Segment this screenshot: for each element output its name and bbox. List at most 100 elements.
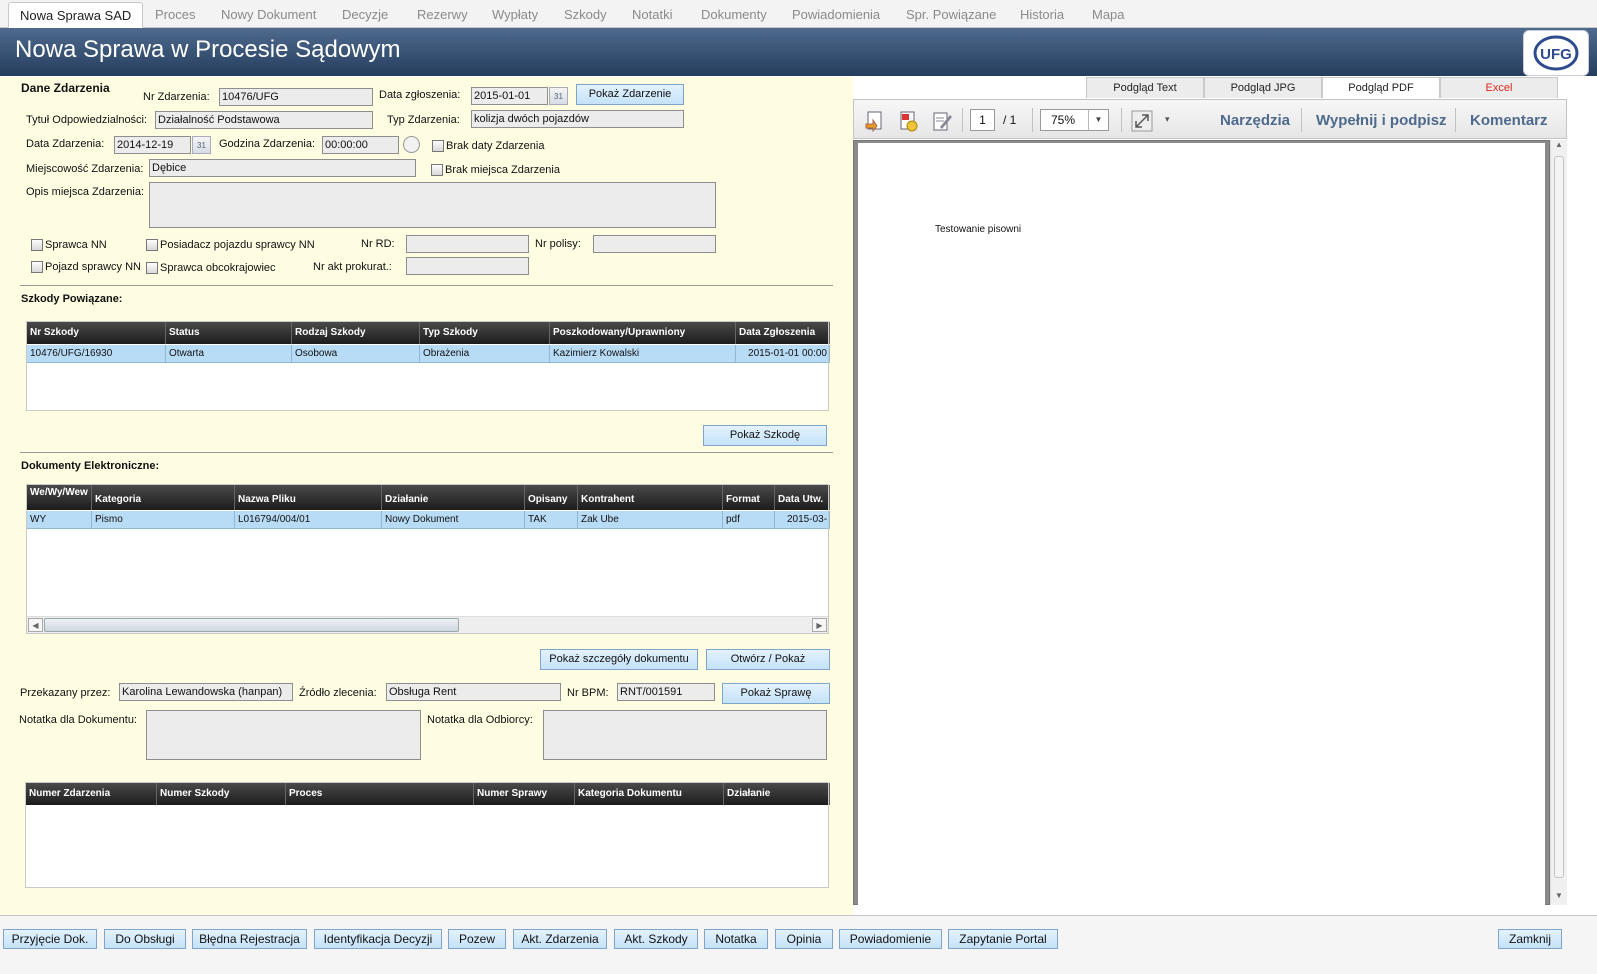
tab-excel[interactable]: Excel [1440, 77, 1558, 98]
vertical-scrollbar[interactable]: ▲ ▼ [1550, 140, 1567, 905]
toolbar-menu-icon[interactable]: ▾ [1165, 114, 1170, 125]
comment-menu[interactable]: Komentarz [1470, 112, 1548, 129]
opis-miejsca-field[interactable] [149, 182, 716, 228]
show-claim-button[interactable]: Pokaż Szkodę [703, 425, 827, 446]
column-header[interactable]: Numer Szkody [157, 783, 286, 805]
close-button[interactable]: Zamknij [1498, 929, 1562, 949]
edit-document-icon[interactable] [931, 110, 953, 132]
page-number-input[interactable]: 1 [970, 109, 995, 131]
tools-menu[interactable]: Narzędzia [1220, 112, 1290, 129]
show-event-button[interactable]: Pokaż Zdarzenie [576, 84, 684, 105]
tab-preview-text[interactable]: Podgląd Text [1086, 77, 1204, 98]
tab-mapa[interactable]: Mapa [1081, 2, 1136, 28]
miejscowosc-field[interactable]: Dębice [149, 159, 416, 177]
tab-szkody[interactable]: Szkody [553, 2, 618, 28]
column-header[interactable]: Proces [286, 783, 474, 805]
data-zgloszenia-field[interactable]: 2015-01-01 [471, 87, 548, 105]
tab-notatki[interactable]: Notatki [621, 2, 683, 28]
column-header[interactable]: We/Wy/Wew [27, 485, 92, 510]
scroll-right-icon[interactable]: ▶ [812, 618, 827, 632]
to-handling-button[interactable]: Do Obsługi [104, 929, 186, 949]
tab-rezerwy[interactable]: Rezerwy [406, 2, 479, 28]
accept-document-button[interactable]: Przyjęcie Dok. [3, 929, 97, 949]
tab-nowa-sprawa-sad[interactable]: Nowa Sprawa SAD [8, 2, 144, 28]
no-place-checkbox[interactable] [431, 164, 443, 176]
column-header[interactable]: Działanie [382, 485, 525, 510]
column-header[interactable]: Status [166, 322, 292, 344]
tab-preview-jpg[interactable]: Podgląd JPG [1204, 77, 1322, 98]
posiadacz-nn-checkbox[interactable] [146, 239, 158, 251]
tab-preview-pdf[interactable]: Podgląd PDF [1322, 77, 1440, 98]
tab-wyplaty[interactable]: Wypłaty [481, 2, 549, 28]
nr-rd-field[interactable] [406, 235, 529, 253]
tab-proces[interactable]: Proces [144, 2, 206, 28]
recipient-note-field[interactable] [543, 710, 827, 760]
portal-query-button[interactable]: Zapytanie Portal [948, 929, 1058, 949]
tab-nowy-dokument[interactable]: Nowy Dokument [210, 2, 327, 28]
column-header[interactable]: Data Zgłoszenia [736, 322, 830, 344]
column-header[interactable]: Kategoria Dokumentu [575, 783, 724, 805]
nr-bpm-field[interactable]: RNT/001591 [617, 683, 715, 701]
column-header[interactable]: Data Utw. [775, 485, 830, 510]
show-case-button[interactable]: Pokaż Sprawę [722, 683, 830, 704]
column-header[interactable]: Nazwa Pliku [235, 485, 382, 510]
nr-akt-prokurat-field[interactable] [406, 257, 529, 275]
przekazany-field[interactable]: Karolina Lewandowska (hanpan) [119, 683, 293, 701]
column-header[interactable]: Kategoria [92, 485, 235, 510]
column-header[interactable]: Działanie [724, 783, 830, 805]
table-row[interactable]: WY Pismo L016794/004/01 Nowy Dokument TA… [27, 511, 830, 529]
column-header[interactable]: Typ Szkody [420, 322, 550, 344]
horizontal-scrollbar[interactable]: ◀ ▶ [27, 616, 828, 633]
calendar-icon[interactable]: 31 [549, 87, 568, 105]
notification-button[interactable]: Powiadomienie [839, 929, 942, 949]
fill-sign-menu[interactable]: Wypełnij i podpisz [1316, 112, 1447, 129]
calendar-icon[interactable]: 31 [192, 136, 211, 154]
scroll-down-icon[interactable]: ▼ [1551, 891, 1567, 905]
update-event-button[interactable]: Akt. Zdarzenia [513, 929, 607, 949]
note-button[interactable]: Notatka [704, 929, 768, 949]
column-header[interactable]: Numer Zdarzenia [26, 783, 157, 805]
scroll-left-icon[interactable]: ◀ [28, 618, 43, 632]
sprawca-nn-checkbox[interactable] [31, 239, 43, 251]
document-details-button[interactable]: Pokaż szczegóły dokumentu [540, 649, 698, 670]
tab-powiadomienia[interactable]: Powiadomienia [781, 2, 891, 28]
column-header[interactable]: Rodzaj Szkody [292, 322, 420, 344]
column-header[interactable]: Poszkodowany/Uprawniony [550, 322, 736, 344]
zrodlo-field[interactable]: Obsługa Rent [386, 683, 561, 701]
zoom-select[interactable]: 75% ▼ [1040, 109, 1109, 131]
column-header[interactable]: Numer Sprawy [474, 783, 575, 805]
chevron-down-icon[interactable]: ▼ [1088, 110, 1108, 130]
nr-polisy-field[interactable] [593, 235, 716, 253]
opinion-button[interactable]: Opinia [775, 929, 833, 949]
identify-decision-button[interactable]: Identyfikacja Decyzji [314, 929, 442, 949]
tab-decyzje[interactable]: Decyzje [331, 2, 399, 28]
update-claim-button[interactable]: Akt. Szkody [614, 929, 698, 949]
tab-spr-powiazane[interactable]: Spr. Powiązane [895, 2, 1007, 28]
scrollbar-thumb[interactable] [44, 618, 459, 632]
scrollbar-thumb[interactable] [1554, 156, 1564, 878]
obcokrajowiec-checkbox[interactable] [146, 262, 158, 274]
liability-field[interactable]: Działalność Podstawowa [155, 111, 373, 129]
table-row[interactable]: 10476/UFG/16930 Otwarta Osobowa Obrażeni… [27, 345, 830, 363]
fit-page-icon[interactable] [1131, 110, 1153, 132]
column-header[interactable]: Kontrahent [578, 485, 723, 510]
column-header[interactable]: Nr Szkody [27, 322, 166, 344]
typ-zdarzenia-field[interactable]: kolizja dwóch pojazdów [471, 110, 684, 128]
wrong-registration-button[interactable]: Błędna Rejestracja [192, 929, 307, 949]
scroll-up-icon[interactable]: ▲ [1551, 140, 1567, 154]
column-header[interactable]: Format [723, 485, 775, 510]
clock-icon[interactable] [403, 136, 420, 153]
column-header[interactable]: Opisany [525, 485, 578, 510]
tab-dokumenty[interactable]: Dokumenty [690, 2, 778, 28]
no-date-checkbox[interactable] [432, 140, 444, 152]
nr-zdarzenia-field[interactable]: 10476/UFG [219, 88, 373, 106]
lawsuit-button[interactable]: Pozew [448, 929, 506, 949]
print-icon[interactable] [897, 110, 919, 132]
data-zdarzenia-field[interactable]: 2014-12-19 [114, 136, 191, 154]
godzina-zdarzenia-field[interactable]: 00:00:00 [322, 136, 399, 154]
tab-historia[interactable]: Historia [1009, 2, 1075, 28]
pojazd-nn-checkbox[interactable] [31, 261, 43, 273]
doc-note-field[interactable] [146, 710, 421, 760]
pdf-viewer[interactable]: Testowanie pisowni [853, 140, 1550, 906]
save-pdf-icon[interactable] [864, 110, 886, 132]
